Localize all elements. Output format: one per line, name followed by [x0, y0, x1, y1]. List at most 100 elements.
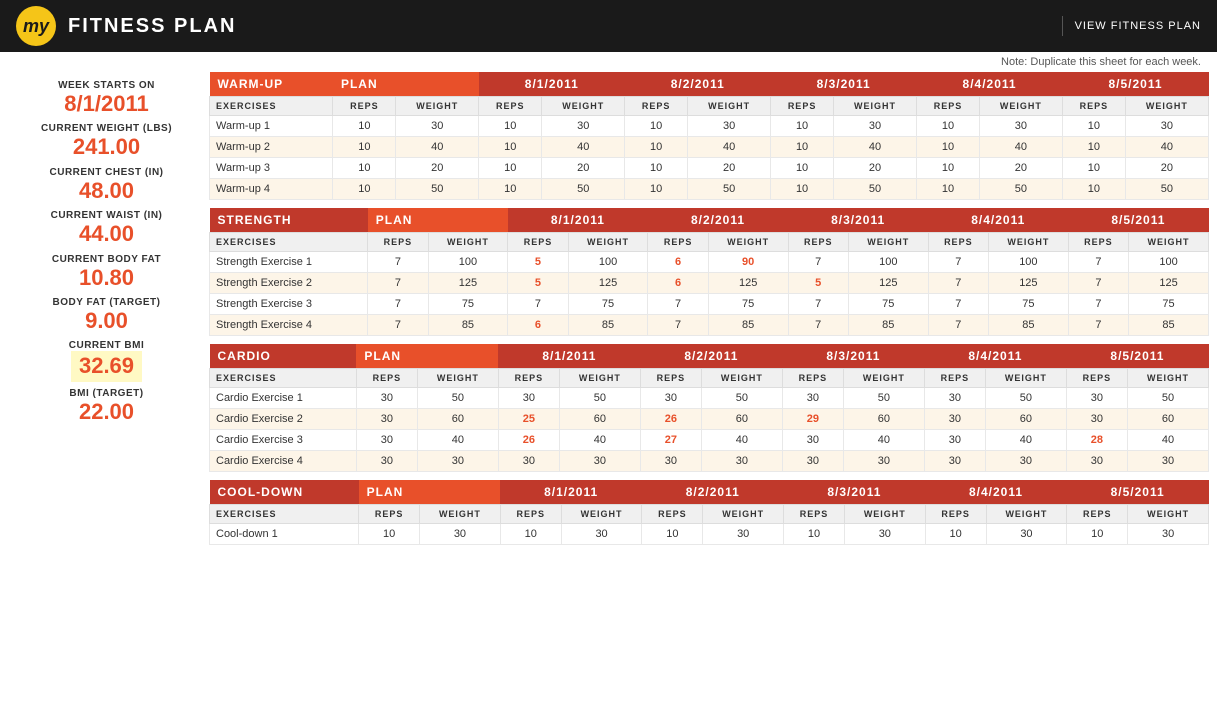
cooldown-section: COOL-DOWN PLAN 8/1/2011 8/2/2011 8/3/201…	[209, 480, 1209, 545]
body-fat-target-value: 9.00	[16, 308, 197, 334]
cooldown-date2: 8/2/2011	[642, 480, 784, 505]
warmup-date5: 8/5/2011	[1063, 72, 1209, 97]
col-d5-weight: WEIGHT	[1125, 97, 1208, 116]
col-d4-reps: REPS	[917, 97, 980, 116]
cardio-plan-label: PLAN	[356, 344, 498, 369]
cooldown-date1: 8/1/2011	[500, 480, 642, 505]
cardio-date1: 8/1/2011	[498, 344, 640, 369]
view-plan-link[interactable]: VIEW FITNESS PLAN	[1075, 20, 1201, 32]
current-waist-item: CURRENT WAIST (IN) 44.00	[16, 210, 197, 247]
cooldown-col-header: EXERCISES REPS WEIGHT REPS WEIGHT REPS W…	[210, 505, 1209, 524]
col-exercises: EXERCISES	[210, 97, 333, 116]
col-plan-weight: WEIGHT	[396, 97, 479, 116]
table-row: Strength Exercise 4785685785785785785	[210, 315, 1209, 336]
header-right: VIEW FITNESS PLAN	[1062, 16, 1201, 36]
col-d2-reps: REPS	[625, 97, 688, 116]
col-d4-weight: WEIGHT	[979, 97, 1062, 116]
table-row: Cool-down 1103010301030103010301030	[210, 524, 1209, 545]
strength-header-row: STRENGTH PLAN 8/1/2011 8/2/2011 8/3/2011…	[210, 208, 1209, 233]
strength-section-label: STRENGTH	[210, 208, 368, 233]
current-waist-label: CURRENT WAIST (IN)	[16, 210, 197, 221]
strength-col-header: EXERCISES REPS WEIGHT REPS WEIGHT REPS W…	[210, 233, 1209, 252]
warmup-date3: 8/3/2011	[771, 72, 917, 97]
table-row: Warm-up 4105010501050105010501050	[210, 179, 1209, 200]
warmup-plan-label: PLAN	[333, 72, 479, 97]
strength-table: STRENGTH PLAN 8/1/2011 8/2/2011 8/3/2011…	[209, 208, 1209, 336]
current-chest-item: CURRENT CHEST (IN) 48.00	[16, 167, 197, 204]
col-d2-weight: WEIGHT	[688, 97, 771, 116]
note-bar: Note: Duplicate this sheet for each week…	[0, 52, 1217, 72]
cooldown-date5: 8/5/2011	[1067, 480, 1209, 505]
warmup-date2: 8/2/2011	[625, 72, 771, 97]
table-row: Cardio Exercise 430303030303030303030303…	[210, 451, 1209, 472]
current-body-fat-label: CURRENT BODY FAT	[16, 254, 197, 265]
cardio-date2: 8/2/2011	[640, 344, 782, 369]
note-text: Note: Duplicate this sheet for each week…	[1001, 56, 1201, 68]
current-weight-label: CURRENT WEIGHT (LBS)	[16, 123, 197, 134]
table-row: Strength Exercise 3775775775775775775	[210, 294, 1209, 315]
col-plan-reps: REPS	[333, 97, 396, 116]
week-starts-value: 8/1/2011	[16, 91, 197, 117]
strength-date4: 8/4/2011	[928, 208, 1068, 233]
table-row: Cardio Exercise 130503050305030503050305…	[210, 388, 1209, 409]
table-row: Cardio Exercise 330402640274030403040284…	[210, 430, 1209, 451]
cardio-table: CARDIO PLAN 8/1/2011 8/2/2011 8/3/2011 8…	[209, 344, 1209, 472]
current-bmi-label: CURRENT BMI	[16, 340, 197, 351]
col-d3-reps: REPS	[771, 97, 834, 116]
body-fat-target-label: BODY FAT (TARGET)	[16, 297, 197, 308]
cooldown-plan-label: PLAN	[359, 480, 501, 505]
current-weight-value: 241.00	[16, 134, 197, 160]
strength-date2: 8/2/2011	[648, 208, 788, 233]
header: my FITNESS PLAN VIEW FITNESS PLAN	[0, 0, 1217, 52]
main-layout: WEEK STARTS ON 8/1/2011 CURRENT WEIGHT (…	[0, 72, 1217, 561]
cooldown-table: COOL-DOWN PLAN 8/1/2011 8/2/2011 8/3/201…	[209, 480, 1209, 545]
cardio-section: CARDIO PLAN 8/1/2011 8/2/2011 8/3/2011 8…	[209, 344, 1209, 472]
table-row: Strength Exercise 2712551256125512571257…	[210, 273, 1209, 294]
table-row: Strength Exercise 1710051006907100710071…	[210, 252, 1209, 273]
warmup-section: WARM-UP PLAN 8/1/2011 8/2/2011 8/3/2011 …	[209, 72, 1209, 200]
header-divider	[1062, 16, 1063, 36]
current-waist-value: 44.00	[16, 221, 197, 247]
cardio-date5: 8/5/2011	[1066, 344, 1208, 369]
col-d1-reps: REPS	[479, 97, 542, 116]
warmup-section-label: WARM-UP	[210, 72, 333, 97]
warmup-header-row: WARM-UP PLAN 8/1/2011 8/2/2011 8/3/2011 …	[210, 72, 1209, 97]
cooldown-date3: 8/3/2011	[784, 480, 926, 505]
strength-section: STRENGTH PLAN 8/1/2011 8/2/2011 8/3/2011…	[209, 208, 1209, 336]
cooldown-section-label: COOL-DOWN	[210, 480, 359, 505]
table-row: Warm-up 3102010201020102010201020	[210, 158, 1209, 179]
table-row: Warm-up 1103010301030103010301030	[210, 116, 1209, 137]
cardio-date4: 8/4/2011	[924, 344, 1066, 369]
week-starts-label: WEEK STARTS ON	[16, 80, 197, 91]
warmup-table: WARM-UP PLAN 8/1/2011 8/2/2011 8/3/2011 …	[209, 72, 1209, 200]
current-chest-value: 48.00	[16, 178, 197, 204]
col-d1-weight: WEIGHT	[542, 97, 625, 116]
current-body-fat-value: 10.80	[16, 265, 197, 291]
sidebar: WEEK STARTS ON 8/1/2011 CURRENT WEIGHT (…	[0, 72, 205, 561]
strength-plan-label: PLAN	[368, 208, 508, 233]
warmup-col-header: EXERCISES REPS WEIGHT REPS WEIGHT REPS W…	[210, 97, 1209, 116]
content-area: WARM-UP PLAN 8/1/2011 8/2/2011 8/3/2011 …	[205, 72, 1217, 561]
body-fat-target-item: BODY FAT (TARGET) 9.00	[16, 297, 197, 334]
table-row: Warm-up 2104010401040104010401040	[210, 137, 1209, 158]
current-chest-label: CURRENT CHEST (IN)	[16, 167, 197, 178]
current-body-fat-item: CURRENT BODY FAT 10.80	[16, 254, 197, 291]
warmup-date4: 8/4/2011	[917, 72, 1063, 97]
current-bmi-value: 32.69	[71, 351, 142, 381]
cardio-header-row: CARDIO PLAN 8/1/2011 8/2/2011 8/3/2011 8…	[210, 344, 1209, 369]
cardio-section-label: CARDIO	[210, 344, 357, 369]
week-starts-item: WEEK STARTS ON 8/1/2011	[16, 80, 197, 117]
strength-date3: 8/3/2011	[788, 208, 928, 233]
bmi-target-item: BMI (TARGET) 22.00	[16, 388, 197, 425]
cooldown-header-row: COOL-DOWN PLAN 8/1/2011 8/2/2011 8/3/201…	[210, 480, 1209, 505]
current-bmi-item: CURRENT BMI 32.69	[16, 340, 197, 381]
strength-date5: 8/5/2011	[1068, 208, 1208, 233]
cardio-date3: 8/3/2011	[782, 344, 924, 369]
warmup-date1: 8/1/2011	[479, 72, 625, 97]
strength-date1: 8/1/2011	[508, 208, 648, 233]
cooldown-date4: 8/4/2011	[925, 480, 1067, 505]
col-d3-weight: WEIGHT	[833, 97, 916, 116]
col-d5-reps: REPS	[1063, 97, 1126, 116]
bmi-target-value: 22.00	[16, 399, 197, 425]
app-title: FITNESS PLAN	[68, 15, 236, 38]
